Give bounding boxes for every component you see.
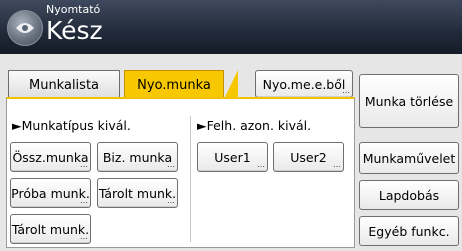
other-functions-button[interactable]: Egyéb funkc. bbox=[359, 216, 459, 246]
tab-label: Munkalista bbox=[28, 78, 100, 93]
hold-jobs-button[interactable]: Tárolt munk. … bbox=[97, 178, 178, 208]
user1-button[interactable]: User1 … bbox=[197, 142, 268, 172]
print-from-stored-button[interactable]: Nyo.me.e.ből … bbox=[255, 70, 353, 98]
ellipsis-icon: … bbox=[80, 232, 88, 241]
button-label: User1 bbox=[214, 149, 251, 165]
ellipsis-icon: … bbox=[257, 160, 265, 169]
button-label: User2 bbox=[290, 149, 327, 165]
button-label: Munkaművelet bbox=[362, 150, 456, 166]
eject-paper-button[interactable]: Lapdobás bbox=[359, 180, 459, 210]
button-label: Egyéb funkc. bbox=[368, 223, 450, 239]
tab-label: Nyo.munka bbox=[137, 78, 211, 93]
ellipsis-icon: … bbox=[80, 160, 88, 169]
tab-job-list[interactable]: Munkalista bbox=[8, 70, 120, 100]
button-label: Próba munk. bbox=[11, 185, 90, 201]
ellipsis-icon: … bbox=[342, 86, 350, 95]
printer-logo-icon bbox=[7, 10, 43, 46]
panel-divider bbox=[190, 116, 191, 242]
job-type-label: ►Munkatípus kivál. bbox=[12, 118, 131, 133]
button-label: Biz. munka bbox=[102, 149, 173, 165]
header-bar: Nyomtató Kész bbox=[0, 0, 462, 54]
button-label: Nyo.me.e.ből bbox=[262, 76, 346, 92]
all-jobs-button[interactable]: Össz.munka … bbox=[10, 142, 91, 172]
status-text: Kész bbox=[46, 16, 103, 45]
button-label: Munka törlése bbox=[364, 93, 454, 109]
delete-job-button[interactable]: Munka törlése bbox=[359, 74, 459, 128]
button-label: Össz.munka bbox=[12, 149, 89, 165]
ellipsis-icon: … bbox=[80, 196, 88, 205]
job-operation-button[interactable]: Munkaművelet bbox=[359, 142, 459, 174]
user-id-label: ►Felh. azon. kivál. bbox=[197, 118, 312, 133]
ellipsis-icon: … bbox=[333, 160, 341, 169]
user2-button[interactable]: User2 … bbox=[273, 142, 344, 172]
locked-jobs-button[interactable]: Biz. munka … bbox=[97, 142, 178, 172]
sample-jobs-button[interactable]: Próba munk. … bbox=[10, 178, 91, 208]
active-tab-notch bbox=[224, 70, 238, 99]
ellipsis-icon: … bbox=[167, 196, 175, 205]
ellipsis-icon: … bbox=[167, 160, 175, 169]
button-label: Lapdobás bbox=[378, 187, 440, 203]
tab-print-jobs[interactable]: Nyo.munka bbox=[124, 70, 224, 100]
button-label: Tárolt munk. bbox=[11, 221, 90, 237]
stored-jobs-button[interactable]: Tárolt munk. … bbox=[10, 214, 91, 244]
button-label: Tárolt munk. bbox=[98, 185, 177, 201]
header-subtitle: Nyomtató bbox=[46, 3, 101, 16]
